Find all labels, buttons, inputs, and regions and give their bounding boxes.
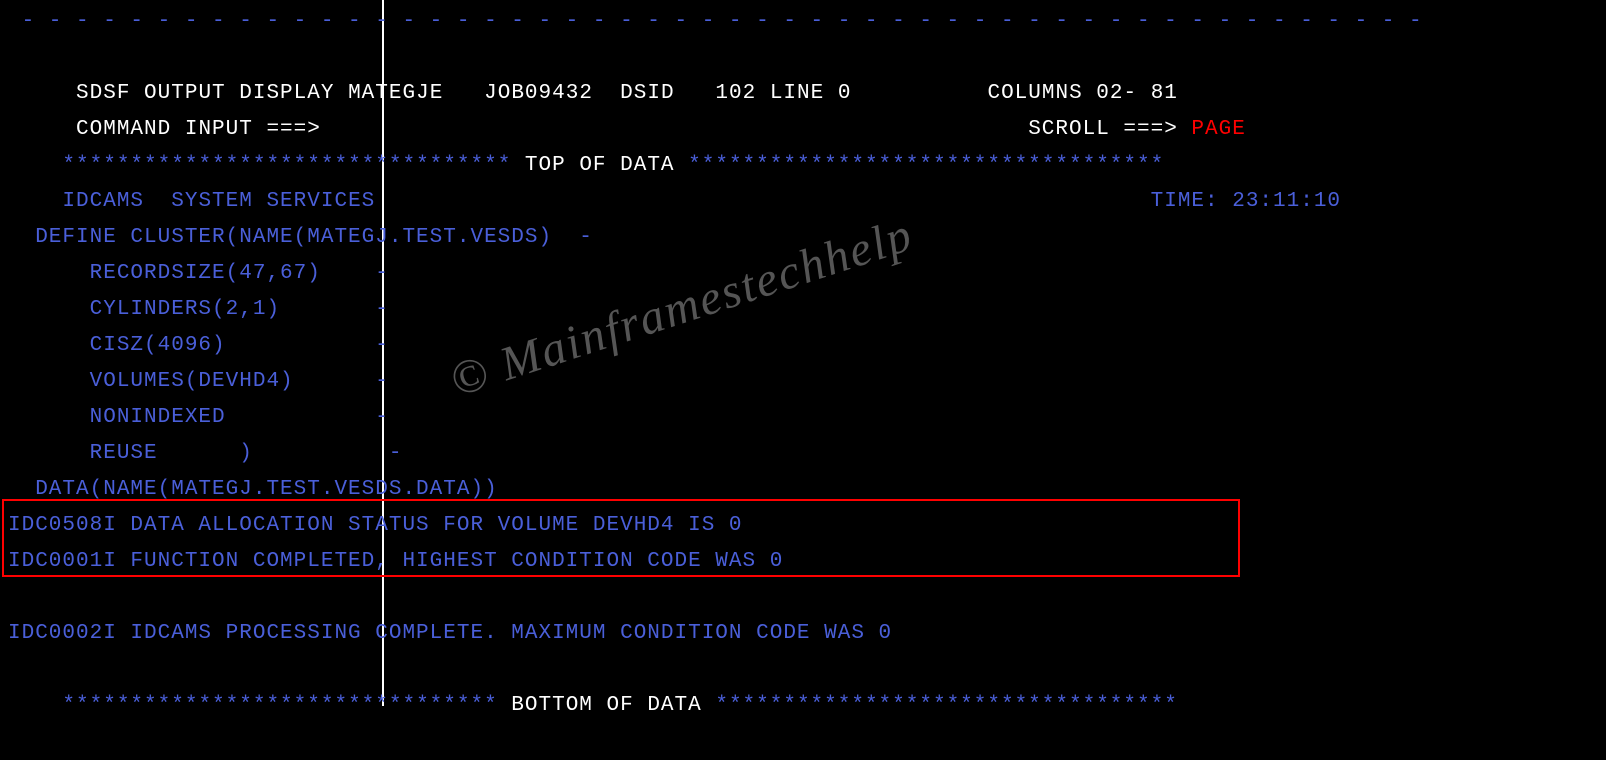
sdsf-output-display-label: SDSF OUTPUT DISPLAY xyxy=(62,82,334,105)
stars-right: *********************************** xyxy=(675,154,1165,177)
dsid-value: 102 xyxy=(715,82,756,105)
top-of-data-text: TOP OF DATA xyxy=(525,154,675,177)
idcams-system-services: IDCAMS SYSTEM SERVICES xyxy=(62,190,375,213)
jobname: MATEGJE xyxy=(348,82,443,105)
columns-label: COLUMNS 02- 81 xyxy=(987,82,1177,105)
command-input-field[interactable] xyxy=(321,118,1028,141)
top-dashed-border: - - - - - - - - - - - - - - - - - - - - … xyxy=(8,4,1598,40)
idc0002i-message: IDC0002I IDCAMS PROCESSING COMPLETE. MAX… xyxy=(8,616,1598,652)
data-name-line: DATA(NAME(MATEGJ.TEST.VESDS.DATA)) xyxy=(8,472,1598,508)
scroll-value[interactable]: PAGE xyxy=(1191,118,1245,141)
reuse-line: REUSE ) - xyxy=(8,436,1598,472)
command-input-label: COMMAND INPUT ===> xyxy=(62,118,320,141)
idc0001i-message: IDC0001I FUNCTION COMPLETED, HIGHEST CON… xyxy=(8,544,1598,580)
header-spacer xyxy=(334,82,348,105)
define-cluster-line: DEFINE CLUSTER(NAME(MATEGJ.TEST.VESDS) - xyxy=(8,220,1598,256)
dsid-label: DSID xyxy=(620,82,674,105)
header-line: SDSF OUTPUT DISPLAY MATEGJE JOB09432 DSI… xyxy=(8,40,1598,76)
cisz-line: CISZ(4096) - xyxy=(8,328,1598,364)
recordsize-line: RECORDSIZE(47,67) - xyxy=(8,256,1598,292)
cylinders-line: CYLINDERS(2,1) - xyxy=(8,292,1598,328)
line-label: LINE 0 xyxy=(770,82,852,105)
volumes-line: VOLUMES(DEVHD4) - xyxy=(8,364,1598,400)
idc0508i-message: IDC0508I DATA ALLOCATION STATUS FOR VOLU… xyxy=(8,508,1598,544)
jobid: JOB09432 xyxy=(484,82,593,105)
header-spacer2 xyxy=(443,82,484,105)
time-label: TIME: 23:11:10 xyxy=(1151,190,1341,213)
bottom-of-data-divider: ******************************** BOTTOM … xyxy=(8,652,1598,688)
empty-line2 xyxy=(8,580,1598,616)
scroll-label: SCROLL ===> xyxy=(1028,118,1178,141)
stars-left: ********************************* xyxy=(62,154,524,177)
nonindexed-line: NONINDEXED - xyxy=(8,400,1598,436)
